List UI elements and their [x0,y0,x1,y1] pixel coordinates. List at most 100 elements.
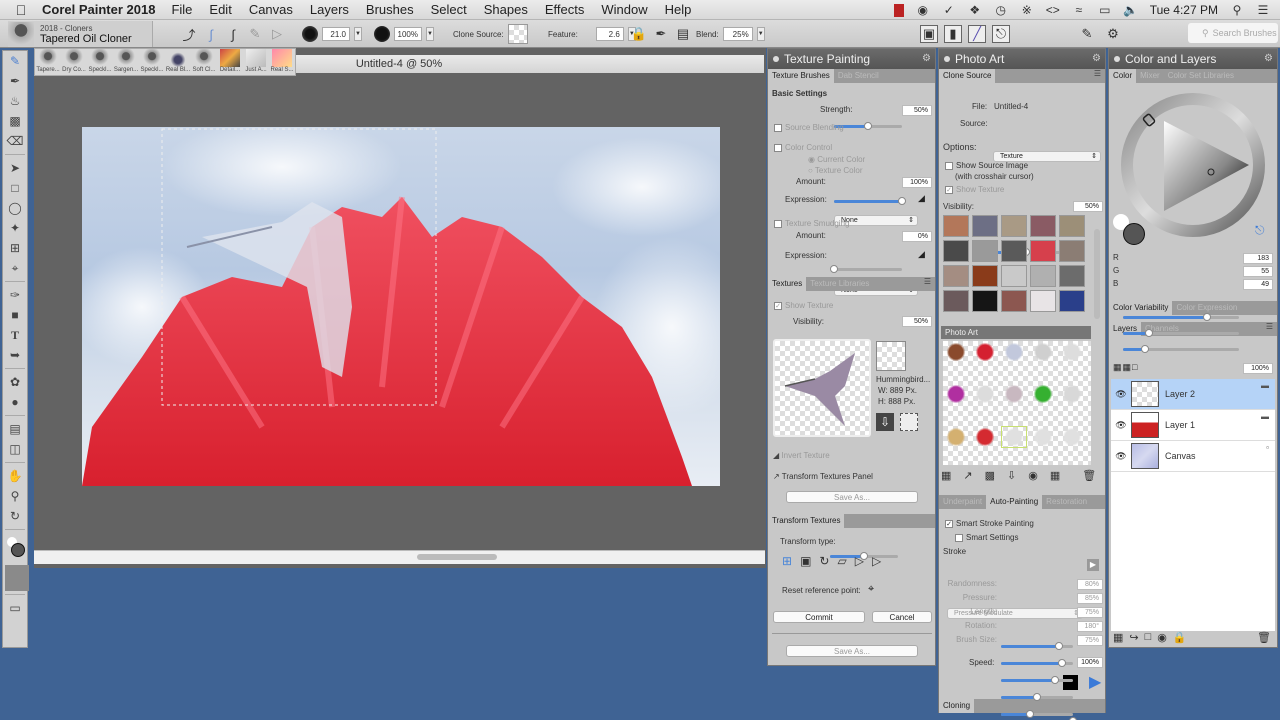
texture-swatch[interactable] [1001,240,1027,262]
textures-menu-icon[interactable]: ☰ [924,277,935,291]
color-wheel[interactable] [1119,91,1267,239]
ap-slider[interactable] [1001,693,1073,701]
layers-menu-icon[interactable]: ☰ [1266,322,1277,336]
recent-brush[interactable]: Real S... [269,49,295,75]
show-source-image-checkbox[interactable] [945,161,953,170]
menu-file[interactable]: File [171,2,192,17]
clone-visibility-value[interactable]: 50% [1073,201,1103,212]
shape-selection-tool-icon[interactable]: ➥ [3,345,27,365]
visibility-eye-icon[interactable]: 👁 [1111,389,1131,400]
layer-commands-icon[interactable]: ▦ [1113,631,1123,644]
strength-value[interactable]: 50% [902,105,932,116]
ap-slider[interactable] [1001,710,1073,718]
paint-bucket-tool-icon[interactable]: ♨ [3,91,27,111]
eraser-tool-icon[interactable]: ⌫ [3,131,27,151]
texture-painting-panel-icon[interactable]: ▮ [944,25,962,43]
library-scrollbar[interactable] [1094,229,1100,319]
transform-tool-icon[interactable]: ⊞ [3,238,27,258]
main-color-swatch[interactable] [11,543,25,557]
lock-icon[interactable]: 🔒 [630,25,648,43]
dynamic-plugins-icon[interactable]: ↪ [1129,631,1138,644]
transform-textures-panel-link[interactable]: Transform Textures Panel [782,472,873,481]
color-layers-title[interactable]: Color and Layers ⚙ [1109,49,1277,69]
rectangle-shape-tool-icon[interactable]: ■ [3,305,27,325]
tab-color[interactable]: Color [1109,69,1137,83]
texture-swatch[interactable] [972,265,998,287]
volume-icon[interactable]: 🔈 [1123,3,1138,17]
recent-brush[interactable]: Speckl... [87,49,113,75]
scale-transform-icon[interactable]: ▣ [800,554,811,568]
stroke-select[interactable]: Pressure Modulate [947,608,1083,619]
menu-window[interactable]: Window [601,2,647,17]
photo-art-swatch[interactable] [1059,341,1085,363]
smart-settings-checkbox[interactable] [955,533,963,542]
tab-underpaint[interactable]: Underpaint [939,495,986,509]
main-color-circle[interactable] [1123,223,1145,245]
invert-smudge-expression-icon[interactable]: ◢ [918,249,925,260]
notification-center-icon[interactable]: ☰ [1256,3,1270,17]
rgb-slider[interactable] [1123,329,1239,337]
divine-proportion-tool-icon[interactable]: ◫ [3,439,27,459]
texture-painting-title[interactable]: Texture Painting ⚙ [768,49,935,69]
texture-swatch[interactable] [972,215,998,237]
amount-value[interactable]: 100% [902,177,932,188]
speed-value[interactable]: 100% [1077,657,1103,668]
menu-layers[interactable]: Layers [310,2,349,17]
texture-swatch[interactable] [1030,290,1056,312]
tab-restoration[interactable]: Restoration [1042,495,1091,509]
library-download-icon[interactable]: ⇩ [1007,469,1016,482]
texture-swatch[interactable] [1059,265,1085,287]
photo-art-swatch[interactable] [1001,425,1027,448]
texture-swatch[interactable] [1030,215,1056,237]
clone-source-thumbnail[interactable] [507,24,528,44]
brush-controls-icon[interactable]: ✎ [1078,25,1096,43]
gradient-tool-icon[interactable]: ▩ [3,111,27,131]
texture-swatch[interactable] [1001,290,1027,312]
texture-swatch[interactable] [943,290,969,312]
painting-canvas[interactable] [82,127,720,486]
photo-art-swatch[interactable] [943,341,969,363]
photo-art-swatch[interactable] [943,425,969,448]
tab-color-set-libraries[interactable]: Color Set Libraries [1164,69,1238,83]
new-layer-icon[interactable]: □ [1145,631,1152,644]
rgb-slider[interactable] [1123,345,1239,353]
library-refresh-icon[interactable]: ◉ [1028,469,1038,482]
apple-icon[interactable]:  [0,2,42,18]
photo-art-swatch[interactable] [1030,341,1056,363]
photo-art-panel-icon[interactable]: ▣ [920,25,938,43]
layer-row[interactable]: 👁 Canvas ▫ [1111,441,1275,472]
stroke-attributes-icon[interactable]: ▷ [268,25,286,43]
play-button[interactable]: ▶ [1089,672,1101,692]
ap-slider[interactable] [1001,642,1073,650]
menu-canvas[interactable]: Canvas [249,2,293,17]
blend-field[interactable]: 25% [722,27,753,41]
visibility-eye-icon[interactable]: 👁 [1111,451,1131,462]
freehand-stroke-icon[interactable]: ∫ [202,25,220,43]
texture-swatch[interactable] [1030,265,1056,287]
tab-auto-painting[interactable]: Auto-Painting [986,495,1043,509]
rgb-value-field[interactable]: 55 [1243,266,1273,277]
visibility-eye-icon[interactable]: 👁 [1111,420,1131,431]
brush-stroke-icon[interactable]: ╱ [968,25,986,43]
play-stroke-icon[interactable]: ▶ [1087,559,1099,571]
settings-gear-icon[interactable]: ⚙ [1104,25,1122,43]
crop-tool-icon[interactable]: ⌖ [3,258,27,278]
texture-swatch[interactable] [1059,215,1085,237]
ap-slider-value[interactable]: 75% [1077,607,1103,618]
menu-help[interactable]: Help [665,2,692,17]
commit-button[interactable]: Commit [773,611,865,623]
texture-visibility-value[interactable]: 50% [902,316,932,327]
library-import-icon[interactable]: ▦ [941,469,951,482]
texture-swatch[interactable] [1059,290,1085,312]
tab-textures[interactable]: Textures [768,277,807,291]
photo-art-swatch[interactable] [943,383,969,406]
clone-settings-icon[interactable]: ▤ [674,25,692,43]
library-grid-icon[interactable]: ▦ [1050,469,1060,482]
recent-brush[interactable]: Just A... [243,49,269,75]
distort-transform-icon[interactable]: ▷ [855,554,864,568]
photo-art-swatch[interactable] [1001,341,1027,363]
panel-options-icon[interactable]: ⚙ [1264,49,1273,69]
tab-texture-libraries[interactable]: Texture Libraries [806,277,873,291]
rubber-stamp-tool-icon[interactable]: ● [3,392,27,412]
clone-show-texture-checkbox[interactable]: ✓ [945,185,953,194]
